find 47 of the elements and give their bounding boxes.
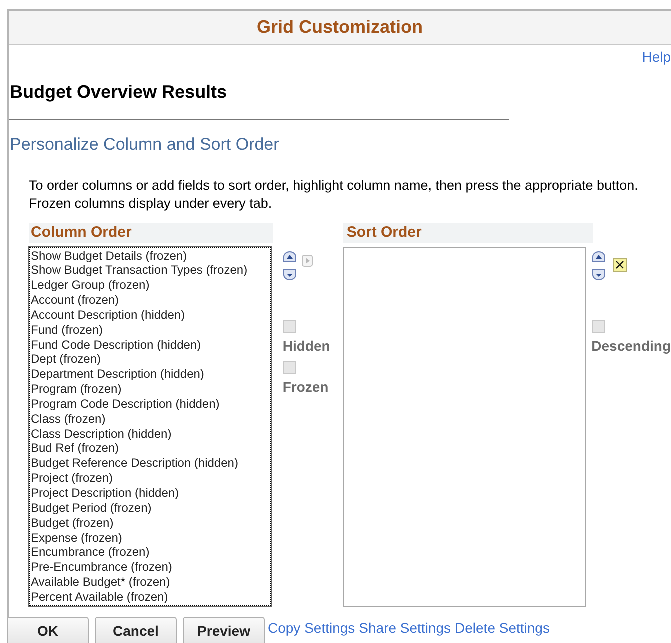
action-button[interactable]: OK: [7, 616, 89, 643]
column-order-list[interactable]: [29, 246, 271, 606]
list-item[interactable]: Fund Code Description (hidden): [31, 338, 270, 352]
list-item[interactable]: Dept (frozen): [31, 352, 270, 368]
move-up-icon[interactable]: [592, 250, 606, 262]
settings-link[interactable]: Share Settings: [359, 618, 452, 638]
checkbox-label: Hidden: [282, 336, 330, 356]
move-down-icon[interactable]: [282, 268, 297, 280]
list-item[interactable]: Budget Reference Description (hidden): [31, 456, 270, 472]
list-item[interactable]: Program (frozen): [31, 382, 270, 397]
move-down-icon[interactable]: [592, 268, 606, 280]
section-title: Personalize Column and Sort Order: [10, 134, 280, 156]
checkbox-label: Frozen: [282, 378, 329, 396]
help-link[interactable]: Help: [642, 47, 671, 68]
list-item[interactable]: Budget Period (frozen): [31, 500, 270, 516]
list-item[interactable]: Show Budget Transaction Types (frozen): [31, 263, 270, 278]
list-item[interactable]: Department Description (hidden): [31, 367, 270, 382]
list-item[interactable]: Account (frozen): [31, 293, 270, 308]
list-item[interactable]: Budget (frozen): [31, 516, 270, 531]
instruction-text: To order columns or add fields to sort order, highlight column name, then press the appropriate button.: [29, 176, 640, 194]
sort-order-header: Sort Order: [342, 222, 593, 242]
action-button[interactable]: Preview: [183, 616, 265, 643]
list-item[interactable]: Program Code Description (hidden): [31, 396, 270, 412]
checkbox-label: Descending: [592, 336, 671, 356]
action-button[interactable]: Cancel: [95, 616, 177, 643]
list-item[interactable]: Project Description (hidden): [31, 486, 270, 501]
list-item[interactable]: Available Budget* (frozen): [31, 575, 270, 590]
list-item[interactable]: Pre-Encumbrance (frozen): [31, 560, 270, 576]
list-item[interactable]: Expense (frozen): [31, 530, 270, 546]
list-item[interactable]: Show Budget Details (frozen): [31, 248, 270, 264]
list-item[interactable]: Ledger Group (frozen): [31, 278, 270, 294]
list-item[interactable]: Bud Ref (frozen): [31, 441, 270, 456]
instruction-text: Frozen columns display under every tab.: [29, 194, 274, 212]
list-item[interactable]: Percent Available (frozen): [31, 590, 270, 604]
move-up-icon[interactable]: [282, 250, 297, 262]
list-item[interactable]: Class (frozen): [31, 412, 270, 427]
column-order-header: Column Order: [29, 222, 273, 242]
list-item[interactable]: Encumbrance (frozen): [31, 545, 270, 560]
list-item[interactable]: Account Description (hidden): [31, 308, 270, 323]
list-item[interactable]: Fund (frozen): [31, 322, 270, 338]
list-item[interactable]: Project (frozen): [31, 471, 270, 486]
settings-link[interactable]: Delete Settings: [455, 618, 550, 638]
remove-icon[interactable]: [612, 258, 627, 272]
page-title: Budget Overview Results: [10, 81, 228, 104]
window-title: Grid Customization: [257, 16, 423, 39]
settings-link[interactable]: Copy Settings: [268, 618, 356, 638]
list-item[interactable]: Class Description (hidden): [31, 426, 270, 442]
